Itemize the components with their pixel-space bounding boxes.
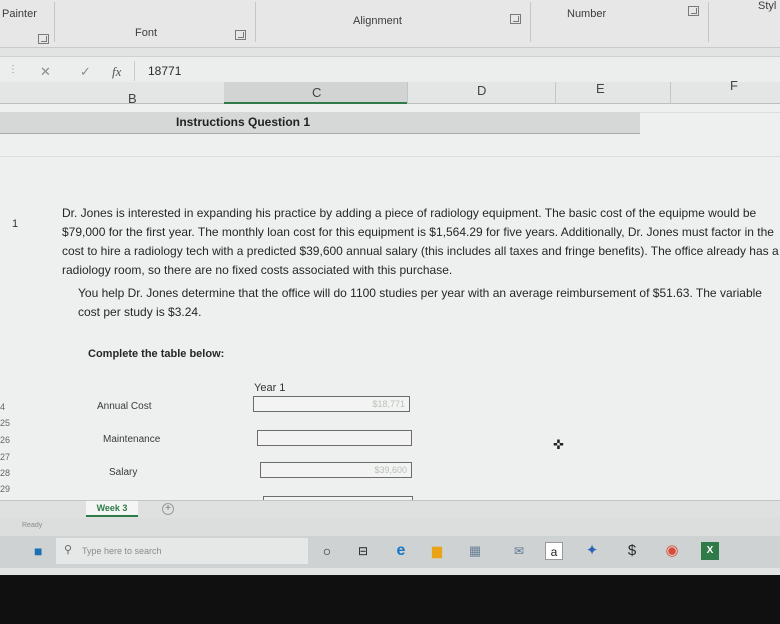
mail-icon[interactable]: ✉	[506, 542, 532, 560]
file-explorer-icon[interactable]: ▆	[429, 542, 445, 560]
instructions-paragraph: Dr. Jones is interested in expanding his…	[62, 206, 779, 277]
fx-icon[interactable]: fx	[112, 64, 121, 80]
search-icon: ⚲	[64, 544, 73, 556]
row-gridline	[0, 156, 780, 157]
annual-cost-label: Annual Cost	[97, 401, 152, 412]
task-view-icon[interactable]: ⊟	[356, 542, 370, 560]
group-separator	[255, 2, 256, 42]
store-icon[interactable]: ▦	[467, 542, 483, 560]
alignment-launcher-icon[interactable]	[510, 14, 521, 24]
column-header-c[interactable]: C	[312, 85, 321, 100]
number-launcher-icon[interactable]	[688, 6, 699, 16]
amazon-icon[interactable]: a	[545, 542, 563, 560]
dollar-app-icon[interactable]: $	[624, 542, 640, 560]
cancel-icon[interactable]: ✕	[40, 64, 51, 80]
alignment-group-label: Alignment	[353, 15, 402, 27]
sheet-tab-week-3[interactable]: Week 3	[86, 501, 138, 517]
year-header: Year 1	[254, 382, 286, 394]
row-number[interactable]: 26	[0, 435, 10, 445]
annual-cost-input[interactable]: $18,771	[253, 396, 410, 412]
instructions-title: Instructions Question 1	[176, 115, 311, 129]
sheet-grid[interactable]: Instructions Question 1 1 Dr. Jones is i…	[0, 104, 780, 504]
chrome-icon[interactable]: ◉	[663, 542, 681, 560]
column-header-e[interactable]: E	[596, 81, 605, 96]
check-icon[interactable]: ✓	[80, 64, 91, 80]
screen: Painter Font Alignment Number Styl ⋮ ✕ ✓…	[0, 0, 780, 575]
font-group-label: Font	[135, 27, 158, 39]
row-number[interactable]: 1	[12, 218, 18, 230]
formula-divider	[134, 61, 135, 81]
salary-input[interactable]: $39,600	[260, 462, 412, 478]
column-headers: B C D E F	[0, 78, 780, 106]
column-header-f[interactable]: F	[730, 78, 738, 93]
status-bar: Ready	[0, 518, 780, 536]
row-number[interactable]: 27	[0, 452, 10, 462]
number-group-label: Number	[567, 8, 607, 20]
complete-table-label: Complete the table below:	[88, 348, 225, 360]
windows-start-icon[interactable]: ■	[34, 544, 48, 558]
instructions-row: Instructions Question 1	[0, 112, 640, 134]
styles-group-label: Styl	[758, 0, 777, 12]
group-separator	[530, 2, 531, 42]
group-separator	[708, 2, 709, 42]
search-placeholder: Type here to search	[82, 546, 162, 556]
taskbar-search-box[interactable]: ⚲ Type here to search	[56, 538, 308, 564]
sheet-tab-bar: Week 3 +	[0, 500, 780, 518]
status-text: Ready	[22, 522, 43, 529]
maintenance-label: Maintenance	[103, 434, 161, 445]
clipboard-launcher-icon[interactable]	[38, 34, 49, 44]
taskbar: ■ ⚲ Type here to search ○ ⊟ e ▆ ▦ ✉ a ✦ …	[0, 536, 780, 568]
maintenance-input[interactable]	[257, 430, 412, 446]
given-data-paragraph: You help Dr. Jones determine that the of…	[78, 286, 762, 319]
add-sheet-button[interactable]: +	[162, 503, 174, 515]
excel-icon[interactable]: X	[701, 542, 719, 560]
row-number[interactable]: 29	[0, 484, 10, 494]
row-number[interactable]: 25	[0, 418, 10, 428]
column-divider	[555, 82, 556, 104]
format-painter-label[interactable]: Painter	[2, 8, 37, 20]
column-divider	[407, 82, 408, 104]
cortana-icon[interactable]: ○	[320, 542, 334, 560]
dropbox-icon[interactable]: ✦	[583, 542, 601, 560]
formula-input[interactable]: 18771	[148, 64, 181, 78]
font-launcher-icon[interactable]	[235, 30, 246, 40]
row-number[interactable]: 4	[0, 402, 5, 412]
edge-icon[interactable]: e	[393, 542, 409, 560]
row-number[interactable]: 28	[0, 468, 10, 478]
salary-label: Salary	[109, 467, 138, 478]
column-divider	[670, 82, 671, 104]
more-icon[interactable]: ⋮	[8, 64, 18, 75]
ribbon: Painter Font Alignment Number Styl	[0, 0, 780, 48]
column-header-d[interactable]: D	[477, 83, 486, 98]
cell-cursor-icon: ✜	[553, 437, 564, 452]
group-separator	[54, 2, 55, 42]
